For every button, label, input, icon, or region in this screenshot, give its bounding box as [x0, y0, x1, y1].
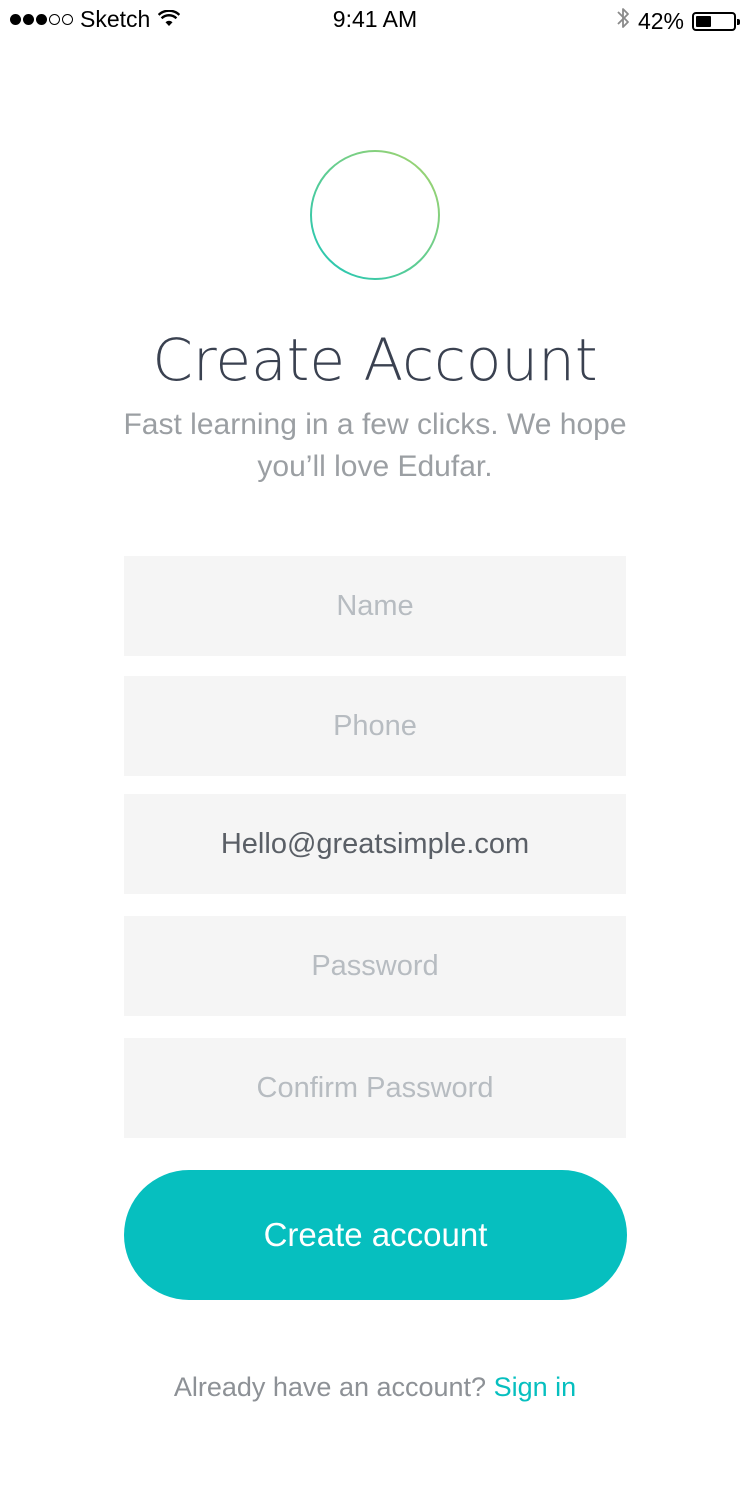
- sign-in-link[interactable]: Sign in: [494, 1372, 577, 1402]
- email-input[interactable]: [124, 794, 626, 894]
- sign-in-prompt-text: Already have an account?: [173, 1372, 487, 1402]
- phone-input[interactable]: [124, 676, 626, 776]
- name-input[interactable]: [124, 556, 626, 656]
- status-bar: Sketch 9:41 AM 42%: [0, 0, 750, 40]
- battery-fill: [696, 15, 712, 27]
- logo: [309, 149, 441, 281]
- page-subtitle: Fast learning in a few clicks. We hope y…: [123, 408, 627, 483]
- page-title: Create Account: [152, 326, 598, 394]
- plus-icon: [310, 150, 440, 280]
- battery-icon: [692, 11, 740, 31]
- confirm-password-input[interactable]: [124, 1038, 626, 1138]
- password-input[interactable]: [124, 916, 626, 1016]
- battery-percent: 42%: [637, 7, 684, 34]
- status-right: 42%: [616, 6, 740, 36]
- create-account-button[interactable]: Create account: [124, 1170, 627, 1300]
- bluetooth-icon: [616, 6, 630, 36]
- sign-in-prompt: Already have an account? Sign in: [0, 1372, 750, 1403]
